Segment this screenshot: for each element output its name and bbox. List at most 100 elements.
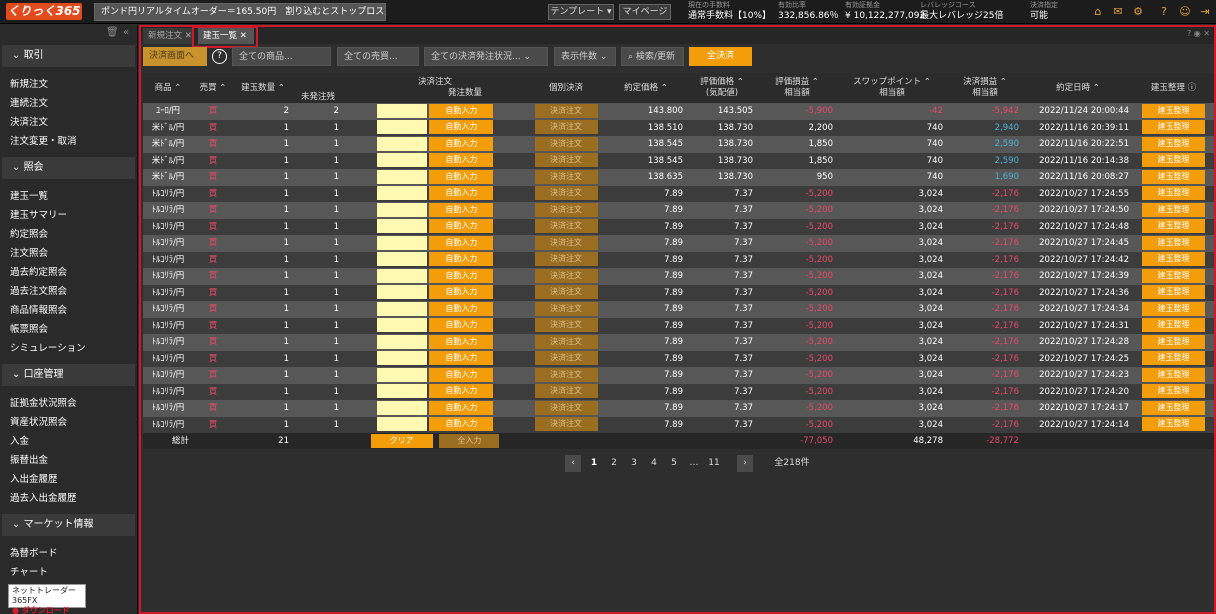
sidebar-section-1[interactable]: ⌄ 照会 [2,157,135,179]
sidebar-item[interactable]: 建玉一覧 [0,187,137,206]
order-qty-input[interactable] [376,153,427,168]
individual-settle-button[interactable]: 決済注文 [534,334,598,349]
auto-fill-button[interactable]: 自動入力 [429,219,494,234]
sidebar-item[interactable]: 過去約定照会 [0,263,137,282]
sidebar-item[interactable]: 入金 [0,432,137,451]
individual-settle-button[interactable]: 決済注文 [534,384,598,399]
auto-fill-button[interactable]: 自動入力 [429,367,494,382]
individual-settle-button[interactable]: 決済注文 [534,417,598,432]
settle-all-button[interactable]: 全決済 [689,47,752,66]
manage-position-button[interactable]: 建玉整理 [1142,136,1205,151]
manage-position-button[interactable]: 建玉整理 [1142,235,1205,250]
sidebar-item[interactable]: 建玉サマリー [0,206,137,225]
individual-settle-button[interactable]: 決済注文 [534,202,598,217]
sidebar-item[interactable]: 振替出金 [0,451,137,470]
page-3[interactable]: 3 [627,455,641,472]
manage-position-button[interactable]: 建玉整理 [1142,103,1205,118]
manage-position-button[interactable]: 建玉整理 [1142,367,1205,382]
collapse-icon[interactable]: « [123,27,129,38]
order-qty-input[interactable] [376,268,427,283]
manage-position-button[interactable]: 建玉整理 [1142,120,1205,135]
individual-settle-button[interactable]: 決済注文 [534,367,598,382]
prev-page-button[interactable]: ‹ [565,455,581,472]
window-controls[interactable]: ? ◉ ✕ [1187,29,1210,38]
next-page-button[interactable]: › [737,455,753,472]
page-1[interactable]: 1 [587,455,601,472]
page-4[interactable]: 4 [647,455,661,472]
order-qty-input[interactable] [376,186,427,201]
sidebar-section-3[interactable]: ⌄ マーケット情報 [2,514,135,536]
sidebar-item[interactable]: 入出金履歴 [0,470,137,489]
col-pl[interactable]: 評価損益 ⌃ 相当額 [757,73,837,103]
order-ticker[interactable]: ポンド円リアルタイムオーダー＝165.50円 割り込むとストップロス売り [94,3,386,21]
order-qty-input[interactable] [376,235,427,250]
sidebar-item[interactable]: 過去入出金履歴 [0,489,137,508]
order-qty-input[interactable] [376,318,427,333]
order-qty-input[interactable] [376,103,427,118]
product-filter[interactable]: 全ての商品... [232,47,331,66]
auto-fill-button[interactable]: 自動入力 [429,235,494,250]
tab-new-order[interactable]: 新規注文 ✕ [143,28,193,44]
page-5[interactable]: 5 [667,455,681,472]
col-swap[interactable]: スワップポイント ⌃ 相当額 [837,73,947,103]
mail-icon[interactable]: ✉ [1111,5,1125,19]
order-qty-input[interactable] [376,136,427,151]
order-qty-input[interactable] [376,417,427,432]
sidebar-item[interactable]: 為替ボード [0,544,137,563]
sidebar-item[interactable]: 連続注文 [0,94,137,113]
col-datetime[interactable]: 約定日時 ⌃ [1023,73,1133,103]
page-2[interactable]: 2 [607,455,621,472]
manage-position-button[interactable]: 建玉整理 [1142,384,1205,399]
manage-position-button[interactable]: 建玉整理 [1142,153,1205,168]
auto-fill-button[interactable]: 自動入力 [429,384,494,399]
help-icon[interactable]: ? [1157,5,1171,19]
user-icon[interactable]: ☺ [1178,5,1192,19]
col-product[interactable]: 商品 ⌃ [143,73,193,103]
order-qty-input[interactable] [376,169,427,184]
sidebar-item[interactable]: 決済注文 [0,113,137,132]
auto-fill-button[interactable]: 自動入力 [429,169,494,184]
sidebar-section-2[interactable]: ⌄ 口座管理 [2,364,135,386]
col-eval[interactable]: 評価価格 ⌃ (気配値) [687,73,757,103]
individual-settle-button[interactable]: 決済注文 [534,120,598,135]
auto-fill-button[interactable]: 自動入力 [429,103,494,118]
individual-settle-button[interactable]: 決済注文 [534,252,598,267]
individual-settle-button[interactable]: 決済注文 [534,268,598,283]
order-qty-input[interactable] [376,285,427,300]
auto-fill-button[interactable]: 自動入力 [429,417,494,432]
manage-position-button[interactable]: 建玉整理 [1142,219,1205,234]
home-icon[interactable]: ⌂ [1091,5,1105,19]
col-qty[interactable]: 建玉数量 ⌃ [233,73,293,103]
manage-position-button[interactable]: 建玉整理 [1142,169,1205,184]
sidebar-item[interactable]: 約定照会 [0,225,137,244]
individual-settle-button[interactable]: 決済注文 [534,169,598,184]
gear-icon[interactable]: ⚙ [1131,5,1145,19]
col-side[interactable]: 売買 ⌃ [193,73,233,103]
order-qty-input[interactable] [376,384,427,399]
col-price[interactable]: 約定価格 ⌃ [605,73,687,103]
sidebar-item[interactable]: 商品情報照会 [0,301,137,320]
individual-settle-button[interactable]: 決済注文 [534,153,598,168]
order-qty-input[interactable] [376,334,427,349]
auto-fill-button[interactable]: 自動入力 [429,153,494,168]
auto-fill-button[interactable]: 自動入力 [429,202,494,217]
individual-settle-button[interactable]: 決済注文 [534,235,598,250]
auto-fill-button[interactable]: 自動入力 [429,268,494,283]
manage-position-button[interactable]: 建玉整理 [1142,252,1205,267]
sidebar-item[interactable]: 帳票照会 [0,320,137,339]
auto-fill-button[interactable]: 自動入力 [429,285,494,300]
count-select[interactable]: 表示件数 ⌄ [554,47,616,66]
order-qty-input[interactable] [376,301,427,316]
manage-position-button[interactable]: 建玉整理 [1142,417,1205,432]
auto-fill-button[interactable]: 自動入力 [429,351,494,366]
sidebar-item[interactable]: 新規注文 [0,75,137,94]
auto-fill-button[interactable]: 自動入力 [429,136,494,151]
search-button[interactable]: ⌕ 検索/更新 [621,47,684,66]
order-qty-input[interactable] [376,202,427,217]
auto-fill-button[interactable]: 自動入力 [429,400,494,415]
auto-fill-button[interactable]: 自動入力 [429,252,494,267]
auto-fill-button[interactable]: 自動入力 [429,186,494,201]
individual-settle-button[interactable]: 決済注文 [534,219,598,234]
clear-button[interactable]: クリア [370,433,433,448]
sidebar-item[interactable]: チャート [0,563,137,582]
